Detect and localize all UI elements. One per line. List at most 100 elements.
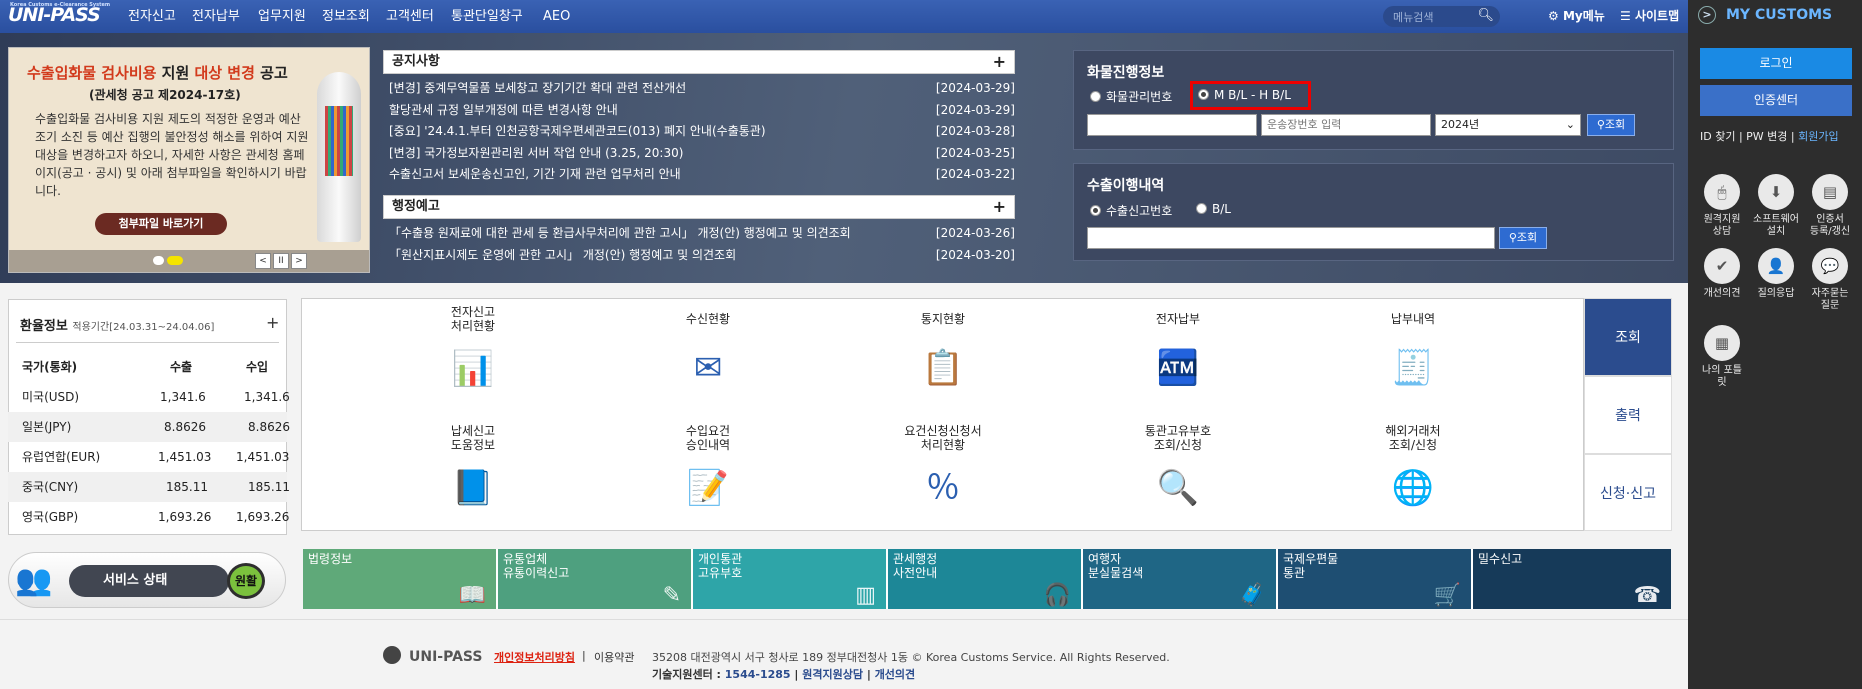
admin-notice-more-icon[interactable]: + — [993, 196, 1006, 218]
nav-info-inquiry[interactable]: 정보조회 — [322, 0, 370, 33]
cargo-radio-bl[interactable]: M B/L - H B/L — [1198, 88, 1291, 102]
software-install-item[interactable]: ⬇ 소프트웨어 설치 — [1750, 174, 1802, 238]
chevron-right-icon[interactable]: > — [1698, 6, 1716, 24]
quick-smuggling-report[interactable]: 밀수신고 ☎ — [1473, 549, 1671, 609]
notice-item[interactable]: 수출신고서 보세운송신고인, 기간 기재 관련 업무처리 안내 [2024-03-… — [389, 164, 1021, 185]
notice-text: [변경] 중계무역물품 보세창고 장기기간 확대 관련 전산개선 — [389, 81, 687, 95]
pause-icon[interactable]: II — [273, 253, 289, 269]
fx-import: 8.8626 — [248, 420, 290, 434]
remote-support-item[interactable]: 🖱 원격지원 상담 — [1696, 174, 1748, 238]
grid-item-tax-help[interactable]: 납세신고 도움정보 📘 — [408, 424, 538, 518]
admin-notice-item[interactable]: 「원산지표시제도 운영에 관한 고시」 개정(안) 행정예고 및 의견조회 [20… — [389, 245, 1021, 266]
cargo-radio1-label: 화물관리번호 — [1106, 90, 1173, 104]
grid-item-overseas-partner[interactable]: 해외거래처 조회/신청 🌐 — [1348, 424, 1478, 518]
nav-single-window[interactable]: 통관단일창구 — [451, 0, 523, 33]
quick-intl-mail[interactable]: 국제우편물 통관 🛒 — [1278, 549, 1473, 609]
notice-banner[interactable]: 수출입화물 검사비용 지원 대상 변경 공고 (관세청 공고 제2024-17호… — [8, 47, 370, 273]
grid-item-requirement-status[interactable]: 요건신청신청서 처리현황 ％ — [878, 424, 1008, 518]
grid-label: 통지현황 — [920, 312, 966, 326]
attachment-button[interactable]: 첨부파일 바로가기 — [95, 213, 227, 235]
tab-inquiry[interactable]: 조회 — [1584, 298, 1672, 376]
menu-search-input[interactable]: 메뉴검색 🔍︎ — [1383, 6, 1500, 27]
export-radio-decl-no[interactable]: 수출신고번호 — [1090, 202, 1172, 219]
tab-print[interactable]: 출력 — [1584, 376, 1672, 454]
quick-advance-guide[interactable]: 관세행정 사전안내 🎧 — [888, 549, 1083, 609]
admin-notice-item[interactable]: 「수출용 원재료에 대한 관세 등 환급사무처리에 관한 고시」 개정(안) 행… — [389, 223, 1021, 244]
grid-item-receive-status[interactable]: 수신현황 ✉ — [643, 312, 773, 398]
terms-link[interactable]: 이용약관 — [594, 649, 634, 665]
table-row: 유럽연합(EUR) 1,451.03 1,451.03 — [8, 442, 289, 472]
slide-dot-2[interactable] — [167, 256, 183, 265]
slide-dot-1[interactable] — [153, 256, 164, 265]
table-row: 미국(USD) 1,341.6 1,341.6 — [8, 382, 290, 412]
portlet-icon: ▦ — [1704, 325, 1740, 361]
feedback-label: 개선의견 — [1703, 288, 1741, 299]
search-icon[interactable]: 🔍︎ — [1477, 8, 1494, 23]
certificate-item[interactable]: ▤ 인증서 등록/갱신 — [1804, 174, 1856, 238]
notice-item[interactable]: 할당관세 규정 일부개정에 따른 변경사항 안내 [2024-03-29] — [389, 100, 1021, 121]
grid-item-customs-code[interactable]: 통관고유부호 조회/신청 🔍 — [1113, 424, 1243, 518]
tab-application[interactable]: 신청·신고 — [1584, 454, 1672, 531]
year-select[interactable]: 2024년 ⌄ — [1435, 114, 1581, 136]
id-find-link[interactable]: ID 찾기 — [1700, 130, 1735, 143]
login-button[interactable]: 로그인 — [1700, 48, 1852, 79]
phone-24h-icon: ☎ — [1633, 583, 1661, 608]
service-status: 👥 서비스 상태 원활 — [8, 552, 286, 608]
export-number-input[interactable] — [1087, 227, 1495, 249]
nav-electronic-payment[interactable]: 전자납부 — [192, 0, 240, 33]
improve-link[interactable]: 개선의견 — [875, 668, 915, 681]
notice-more-icon[interactable]: + — [993, 51, 1006, 73]
remote-support-label: 원격지원 상담 — [1703, 214, 1741, 237]
grid-item-payment-history[interactable]: 납부내역 🧾 — [1348, 312, 1478, 398]
cargo-radio-mgmt-no[interactable]: 화물관리번호 — [1090, 88, 1172, 105]
quick-label: 국제우편물 통관 — [1283, 552, 1339, 580]
fx-col-export: 수출 — [170, 360, 193, 374]
grid-item-epayment[interactable]: 전자납부 🏧 — [1113, 312, 1243, 398]
export-radio-bl[interactable]: B/L — [1196, 202, 1231, 216]
quick-label: 법령정보 — [308, 552, 353, 566]
export-search-button[interactable]: ⚲조회 — [1499, 227, 1547, 249]
receipt-icon: 🧾 — [1391, 348, 1435, 388]
waybill-input[interactable]: 운송장번호 입력 — [1261, 114, 1431, 136]
cert-center-button[interactable]: 인증센터 — [1700, 85, 1852, 116]
nav-electronic-declaration[interactable]: 전자신고 — [128, 0, 176, 33]
export-title: 수출이행내역 — [1087, 178, 1165, 194]
grid-item-edoc-status[interactable]: 전자신고 처리현황 📊 — [408, 305, 538, 399]
qna-item[interactable]: 👤 질의응답 — [1750, 248, 1802, 300]
remote-support-link[interactable]: 원격지원상담 — [802, 668, 863, 681]
notice-date: [2024-03-28] — [935, 124, 1015, 138]
sitemap-link[interactable]: ☰ 사이트맵 — [1620, 0, 1679, 33]
quick-lost-items[interactable]: 여행자 분실물검색 🧳 — [1083, 549, 1278, 609]
fx-title: 환율정보 적용기간[24.03.31~24.04.06] — [20, 315, 214, 334]
grid-item-import-approval[interactable]: 수입요건 승인내역 📝 — [643, 424, 773, 518]
pw-change-link[interactable]: PW 변경 — [1746, 130, 1787, 143]
cargo-search-button[interactable]: ⚲조회 — [1587, 114, 1635, 136]
unipass-logo[interactable]: Korea Customs e-Clearance System UNI-PASS — [8, 2, 110, 30]
privacy-link[interactable]: 개인정보처리방침 — [494, 649, 575, 665]
quick-personal-code[interactable]: 개인통관 고유부호 ▥ — [693, 549, 888, 609]
notice-item[interactable]: [변경] 중계무역물품 보세창고 장기기간 확대 관련 전산개선 [2024-03… — [389, 78, 1021, 99]
cargo-title: 화물진행정보 — [1087, 65, 1165, 81]
join-link[interactable]: 회원가입 — [1798, 130, 1838, 143]
quick-distribution-report[interactable]: 유통업체 유통이력신고 ✎ — [498, 549, 693, 609]
grid-item-notice-status[interactable]: 통지현황 📋 — [878, 312, 1008, 398]
admin-notice-header: 행정예고 + — [383, 195, 1015, 219]
next-slide-icon[interactable]: > — [291, 253, 307, 269]
banner-title-part4: 공고 — [254, 64, 288, 82]
nav-aeo[interactable]: AEO — [543, 0, 570, 33]
my-menu-link[interactable]: ⚙ My메뉴 — [1548, 0, 1605, 33]
feedback-item[interactable]: ✔ 개선의견 — [1696, 248, 1748, 300]
portlet-item[interactable]: ▦ 나의 포틀 릿 — [1696, 325, 1748, 389]
faq-item[interactable]: 💬 자주묻는 질문 — [1804, 248, 1856, 312]
notice-item[interactable]: [중요] '24.4.1.부터 인천공항국제우편세관코드(013) 폐지 안내(… — [389, 121, 1021, 142]
prev-slide-icon[interactable]: < — [255, 253, 271, 269]
fx-more-icon[interactable]: + — [266, 313, 279, 332]
export-radio1-label: 수출신고번호 — [1106, 204, 1173, 218]
nav-customer-center[interactable]: 고객센터 — [386, 0, 434, 33]
tech-phone[interactable]: 1544-1285 — [725, 668, 791, 681]
fx-import: 1,693.26 — [236, 510, 290, 524]
nav-business-support[interactable]: 업무지원 — [258, 0, 306, 33]
notice-item[interactable]: [변경] 국가정보자원관리원 서버 작업 안내 (3.25, 20:30) [20… — [389, 143, 1021, 164]
cargo-number-input[interactable] — [1087, 114, 1257, 136]
quick-law-info[interactable]: 법령정보 📖 — [303, 549, 498, 609]
